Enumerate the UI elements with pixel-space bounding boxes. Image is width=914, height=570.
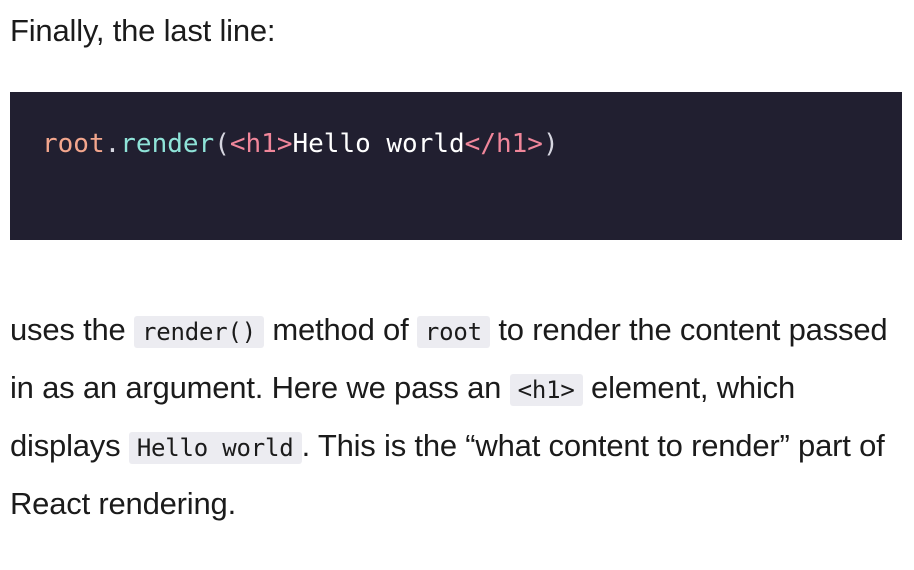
inline-code-h1: <h1>	[509, 374, 583, 406]
paragraph-text: uses the	[10, 312, 135, 347]
code-block: root.render(<h1>Hello world</h1>)	[10, 92, 902, 240]
inline-code-render: render()	[134, 316, 265, 348]
code-line: root.render(<h1>Hello world</h1>)	[42, 126, 559, 162]
code-close-paren: )	[542, 129, 559, 159]
inline-code-hello-world: Hello world	[128, 432, 302, 464]
code-close-tag: </h1>	[464, 129, 543, 159]
code-open-paren: (	[214, 129, 230, 159]
intro-text: Finally, the last line:	[10, 13, 276, 48]
explanation-paragraph: uses the render() method of root to rend…	[10, 302, 904, 532]
code-method: render	[120, 129, 215, 159]
inline-code-root: root	[416, 316, 490, 348]
code-open-tag: <h1>	[229, 129, 293, 159]
code-dot: .	[104, 129, 121, 159]
code-content: Hello world	[292, 129, 465, 159]
code-object: root	[42, 129, 105, 159]
paragraph-text: method of	[264, 312, 417, 347]
